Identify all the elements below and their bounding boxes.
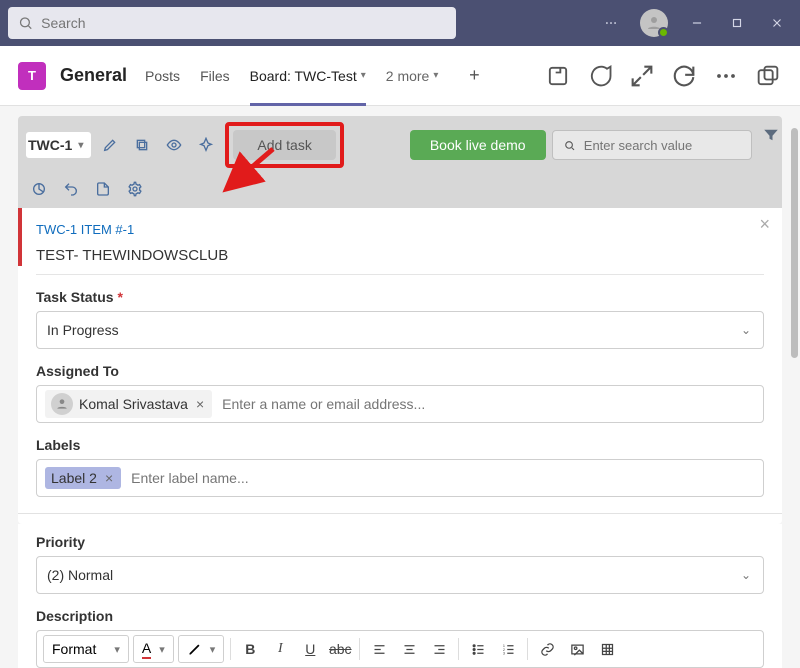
highlight-select[interactable]: ▾ — [178, 635, 225, 663]
project-selector[interactable]: TWC-1▾ — [26, 132, 91, 158]
svg-text:3: 3 — [503, 651, 505, 655]
settings-icon[interactable] — [122, 176, 148, 202]
task-status-value: In Progress — [47, 322, 119, 338]
more-options-icon[interactable] — [594, 6, 628, 40]
channel-name: General — [60, 65, 127, 86]
underline-button[interactable]: U — [297, 636, 323, 662]
priority-bar — [18, 208, 22, 266]
chevron-down-icon: ⌄ — [741, 323, 751, 337]
chevron-down-icon: ⌄ — [741, 568, 751, 582]
remove-label-button[interactable]: × — [103, 470, 115, 486]
tab-files[interactable]: Files — [200, 46, 230, 105]
tab-board-label: Board: TWC-Test — [250, 68, 357, 84]
undo-icon[interactable] — [58, 176, 84, 202]
channel-header: T General Posts Files Board: TWC-Test ▾ 2… — [0, 46, 800, 106]
board-panel: TWC-1▾ Add task Book live demo × TWC-1 I… — [18, 116, 782, 524]
number-list-button[interactable]: 123 — [495, 636, 521, 662]
labels-input[interactable] — [129, 464, 755, 492]
assigned-to-label: Assigned To — [36, 363, 119, 379]
task-status-select[interactable]: In Progress ⌄ — [36, 311, 764, 349]
search-icon — [563, 138, 576, 153]
labels-field[interactable]: Label 2 × — [36, 459, 764, 497]
strike-button[interactable]: abc — [327, 636, 353, 662]
bold-button[interactable]: B — [237, 636, 263, 662]
global-search-input[interactable] — [41, 15, 446, 31]
add-task-highlight: Add task — [225, 122, 343, 168]
highlight-icon — [187, 642, 202, 657]
required-indicator: * — [118, 289, 123, 305]
filter-icon[interactable] — [762, 126, 780, 144]
remove-assignee-button[interactable]: × — [194, 396, 206, 412]
avatar-icon — [51, 393, 73, 415]
tab-more-label: 2 more — [386, 68, 430, 84]
export-pdf-icon[interactable] — [90, 176, 116, 202]
board-search[interactable] — [552, 130, 752, 160]
assignee-name: Komal Srivastava — [79, 396, 188, 412]
user-avatar[interactable] — [640, 9, 668, 37]
search-icon — [18, 15, 33, 31]
tab-board[interactable]: Board: TWC-Test ▾ — [250, 46, 366, 105]
assigned-to-input[interactable] — [220, 390, 755, 418]
labels-label: Labels — [36, 437, 80, 453]
chart-icon[interactable] — [26, 176, 52, 202]
priority-label: Priority — [36, 534, 85, 550]
tab-posts[interactable]: Posts — [145, 46, 180, 105]
assigned-to-field[interactable]: Komal Srivastava × — [36, 385, 764, 423]
edit-icon[interactable] — [97, 132, 123, 158]
add-task-button[interactable]: Add task — [233, 130, 335, 160]
copy-icon[interactable] — [129, 132, 155, 158]
chevron-down-icon: ▾ — [433, 70, 438, 81]
assignee-chip: Komal Srivastava × — [45, 390, 212, 418]
align-left-button[interactable] — [366, 636, 392, 662]
board-search-input[interactable] — [584, 138, 741, 153]
table-button[interactable] — [594, 636, 620, 662]
more-horizontal-icon[interactable] — [712, 62, 740, 90]
priority-value: (2) Normal — [47, 567, 113, 583]
task-item-id[interactable]: TWC-1 ITEM #-1 — [36, 222, 764, 237]
chevron-down-icon: ▾ — [361, 70, 366, 81]
presence-available-icon — [658, 27, 669, 38]
link-button[interactable] — [534, 636, 560, 662]
align-right-button[interactable] — [426, 636, 452, 662]
add-tab-button[interactable]: + — [462, 64, 486, 88]
chat-icon[interactable] — [586, 62, 614, 90]
book-demo-button[interactable]: Book live demo — [410, 130, 546, 160]
share-to-outlook-icon[interactable] — [544, 62, 572, 90]
visibility-icon[interactable] — [161, 132, 187, 158]
label-chip: Label 2 × — [45, 467, 121, 489]
titlebar — [0, 0, 800, 46]
window-close-button[interactable] — [760, 6, 794, 40]
priority-select[interactable]: (2) Normal ⌄ — [36, 556, 764, 594]
tab-more[interactable]: 2 more▾ — [386, 46, 439, 105]
close-panel-button[interactable]: × — [759, 214, 770, 235]
task-lower-section: Priority (2) Normal ⌄ Description Format… — [18, 524, 782, 668]
label-chip-text: Label 2 — [51, 470, 97, 486]
image-button[interactable] — [564, 636, 590, 662]
description-label: Description — [36, 608, 113, 624]
scrollbar-thumb[interactable] — [791, 128, 798, 358]
rich-text-toolbar: Format▾ A▾ ▾ B I U abc 123 — [36, 630, 764, 668]
expand-icon[interactable] — [628, 62, 656, 90]
pin-icon[interactable] — [193, 132, 219, 158]
font-color-select[interactable]: A▾ — [133, 635, 174, 663]
task-title-input[interactable] — [36, 243, 764, 275]
window-minimize-button[interactable] — [680, 6, 714, 40]
task-status-label: Task Status — [36, 289, 114, 305]
popout-icon[interactable] — [754, 62, 782, 90]
bullet-list-button[interactable] — [465, 636, 491, 662]
window-maximize-button[interactable] — [720, 6, 754, 40]
board-toolbar: TWC-1▾ Add task Book live demo — [18, 116, 782, 208]
align-center-button[interactable] — [396, 636, 422, 662]
global-search[interactable] — [8, 7, 456, 39]
refresh-icon[interactable] — [670, 62, 698, 90]
format-select[interactable]: Format▾ — [43, 635, 129, 663]
italic-button[interactable]: I — [267, 636, 293, 662]
team-icon[interactable]: T — [18, 62, 46, 90]
task-detail-panel: × TWC-1 ITEM #-1 Task Status* In Progres… — [18, 208, 782, 524]
